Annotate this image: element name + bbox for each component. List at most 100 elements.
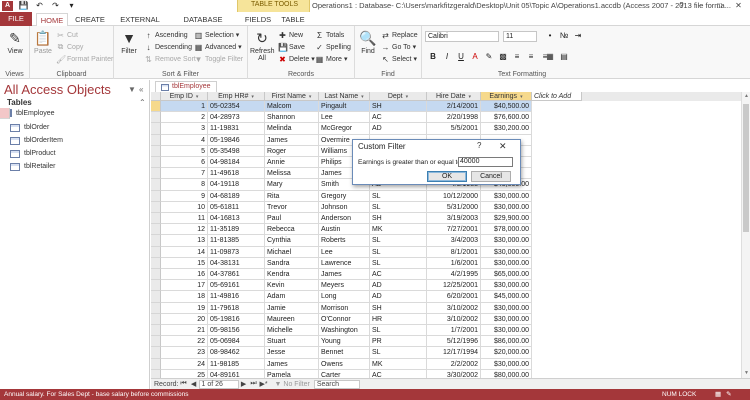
cell-earnings[interactable]: $30,000.00: [481, 302, 532, 314]
table-row[interactable]: 18 11-49816 Adam Long AD 6/20/2001 $45,000.00: [151, 291, 583, 303]
numbering-icon[interactable]: №: [559, 31, 569, 40]
column-dropdown-icon[interactable]: ▾: [469, 94, 472, 100]
cell-emp-hr-[interactable]: 11-79618: [208, 302, 265, 314]
cut-button[interactable]: ✂ Cut: [56, 30, 78, 40]
record-selector[interactable]: [151, 358, 161, 370]
cell-first-name[interactable]: Kevin: [265, 280, 319, 292]
cell-last-name[interactable]: Washington: [319, 325, 370, 337]
cell-dept[interactable]: SH: [370, 213, 427, 225]
column-dropdown-icon[interactable]: ▾: [251, 94, 254, 100]
cell-emp-id[interactable]: 21: [161, 325, 208, 337]
cell-emp-id[interactable]: 22: [161, 336, 208, 348]
cell-last-name[interactable]: Young: [319, 336, 370, 348]
nav-item-tblretailer[interactable]: tblRetailer: [0, 160, 148, 173]
cell-earnings[interactable]: $40,500.00: [481, 101, 532, 113]
record-selector[interactable]: [151, 112, 161, 124]
table-row[interactable]: 2 04-28973 Shannon Lee AC 2/20/1998 $76,600.00: [151, 112, 583, 124]
help-icon[interactable]: ?: [672, 0, 691, 11]
cell-emp-hr-[interactable]: 04-16813: [208, 213, 265, 225]
cell-earnings[interactable]: $30,000.00: [481, 313, 532, 325]
goto-button[interactable]: → Go To ▾: [381, 42, 417, 52]
replace-button[interactable]: ⇄ Replace: [381, 30, 418, 40]
cell-emp-hr-[interactable]: 11-19831: [208, 123, 265, 135]
nav-item-tblorderitem[interactable]: tblOrderItem: [0, 134, 148, 147]
cell-dept[interactable]: AD: [370, 280, 427, 292]
filter-button[interactable]: ▼ Filter: [117, 29, 141, 55]
column-dropdown-icon[interactable]: ▾: [361, 94, 364, 100]
cell-hire-date[interactable]: 4/2/1995: [427, 269, 481, 281]
spelling-button[interactable]: ✓ Spelling: [315, 42, 351, 52]
font-color-icon[interactable]: A: [470, 52, 480, 61]
descending-button[interactable]: ↓ Descending: [144, 42, 192, 52]
bold-button[interactable]: B: [428, 52, 438, 61]
cell-first-name[interactable]: Roger: [265, 145, 319, 157]
cell-last-name[interactable]: Pingault: [319, 101, 370, 113]
cell-dept[interactable]: PR: [370, 336, 427, 348]
record-selector[interactable]: [151, 246, 161, 258]
find-button[interactable]: 🔍 Find: [357, 29, 379, 55]
cell-hire-date[interactable]: 5/31/2000: [427, 201, 481, 213]
scroll-thumb[interactable]: [743, 104, 749, 232]
table-row[interactable]: 12 11-35189 Rebecca Austin MK 7/27/2001 $78,00…: [151, 224, 583, 236]
cell-earnings[interactable]: $29,900.00: [481, 213, 532, 225]
cell-emp-hr-[interactable]: 04-37861: [208, 269, 265, 281]
record-selector[interactable]: [151, 168, 161, 180]
column-header-hire-date[interactable]: Hire Date ▾: [427, 92, 481, 101]
cell-first-name[interactable]: Rebecca: [265, 224, 319, 236]
cell-hire-date[interactable]: 10/12/2000: [427, 190, 481, 202]
record-selector[interactable]: [151, 201, 161, 213]
ok-button[interactable]: OK: [427, 171, 467, 182]
cell-emp-hr-[interactable]: 11-49618: [208, 168, 265, 180]
nav-menu-icon[interactable]: ▼: [128, 85, 136, 94]
table-row[interactable]: 25 04-89161 Pamela Carter AC 3/30/2002 $80,000…: [151, 369, 583, 378]
cell-emp-hr-[interactable]: 11-98185: [208, 358, 265, 370]
table-row[interactable]: 13 11-81385 Cynthia Roberts SL 3/4/2003 $30,00…: [151, 235, 583, 247]
cell-last-name[interactable]: Roberts: [319, 235, 370, 247]
cell-emp-id[interactable]: 7: [161, 168, 208, 180]
column-header-dept[interactable]: Dept ▾: [370, 92, 427, 101]
vertical-scrollbar[interactable]: ▲ ▼: [741, 92, 750, 378]
record-selector[interactable]: [151, 257, 161, 269]
column-header-emp-hr-[interactable]: Emp HR# ▾: [208, 92, 265, 101]
cell-hire-date[interactable]: 5/12/1996: [427, 336, 481, 348]
dialog-close-icon[interactable]: ✕: [499, 141, 507, 152]
cell-hire-date[interactable]: 12/17/1994: [427, 347, 481, 359]
bullets-icon[interactable]: •: [545, 31, 555, 40]
nav-item-tblproduct[interactable]: tblProduct: [0, 147, 148, 160]
table-row[interactable]: 10 05-61811 Trevor Johnson SL 5/31/2000 $30,00…: [151, 201, 583, 213]
cell-earnings[interactable]: $76,600.00: [481, 112, 532, 124]
customize-icon[interactable]: ▾: [66, 1, 77, 11]
table-row[interactable]: 21 05-98156 Michelle Washington SL 1/7/2001 $3…: [151, 325, 583, 337]
cell-first-name[interactable]: Maureen: [265, 313, 319, 325]
cell-hire-date[interactable]: 2/14/2001: [427, 101, 481, 113]
table-row[interactable]: 11 04-16813 Paul Anderson SH 3/19/2003 $29,900…: [151, 213, 583, 225]
cell-emp-hr-[interactable]: 05-61811: [208, 201, 265, 213]
selection-button[interactable]: ▥ Selection ▾: [194, 30, 240, 40]
table-row[interactable]: 3 11-19831 Melinda McGregor AD 5/5/2001 $30,20…: [151, 123, 583, 135]
record-selector[interactable]: [151, 347, 161, 359]
cell-emp-hr-[interactable]: 05-35498: [208, 145, 265, 157]
column-header-last-name[interactable]: Last Name ▾: [319, 92, 370, 101]
cell-emp-hr-[interactable]: 11-35189: [208, 224, 265, 236]
cell-emp-id[interactable]: 4: [161, 134, 208, 146]
table-row[interactable]: 14 11-09873 Michael Lee SL 8/1/2001 $30,000.00: [151, 246, 583, 258]
fill-color-icon[interactable]: ▩: [498, 52, 508, 61]
column-dropdown-icon[interactable]: ▾: [406, 94, 409, 100]
cell-first-name[interactable]: Michael: [265, 246, 319, 258]
cell-dept[interactable]: SL: [370, 235, 427, 247]
cell-first-name[interactable]: Annie: [265, 157, 319, 169]
table-row[interactable]: 15 04-38131 Sandra Lawrence SL 1/6/2001 $30,00…: [151, 257, 583, 269]
cell-first-name[interactable]: Mary: [265, 179, 319, 191]
refresh-all-button[interactable]: ↻ Refresh All: [250, 29, 275, 62]
tab-home[interactable]: HOME: [36, 13, 68, 26]
cell-dept[interactable]: AD: [370, 123, 427, 135]
scroll-down-icon[interactable]: ▼: [742, 369, 750, 378]
cell-first-name[interactable]: Sandra: [265, 257, 319, 269]
cell-hire-date[interactable]: 2/2/2002: [427, 358, 481, 370]
cell-first-name[interactable]: Jesse: [265, 347, 319, 359]
save-icon[interactable]: 💾: [18, 1, 29, 11]
record-selector[interactable]: [151, 145, 161, 157]
cell-first-name[interactable]: Melinda: [265, 123, 319, 135]
column-header-earnings[interactable]: Earnings ▾: [481, 92, 532, 101]
cell-hire-date[interactable]: 3/4/2003: [427, 235, 481, 247]
